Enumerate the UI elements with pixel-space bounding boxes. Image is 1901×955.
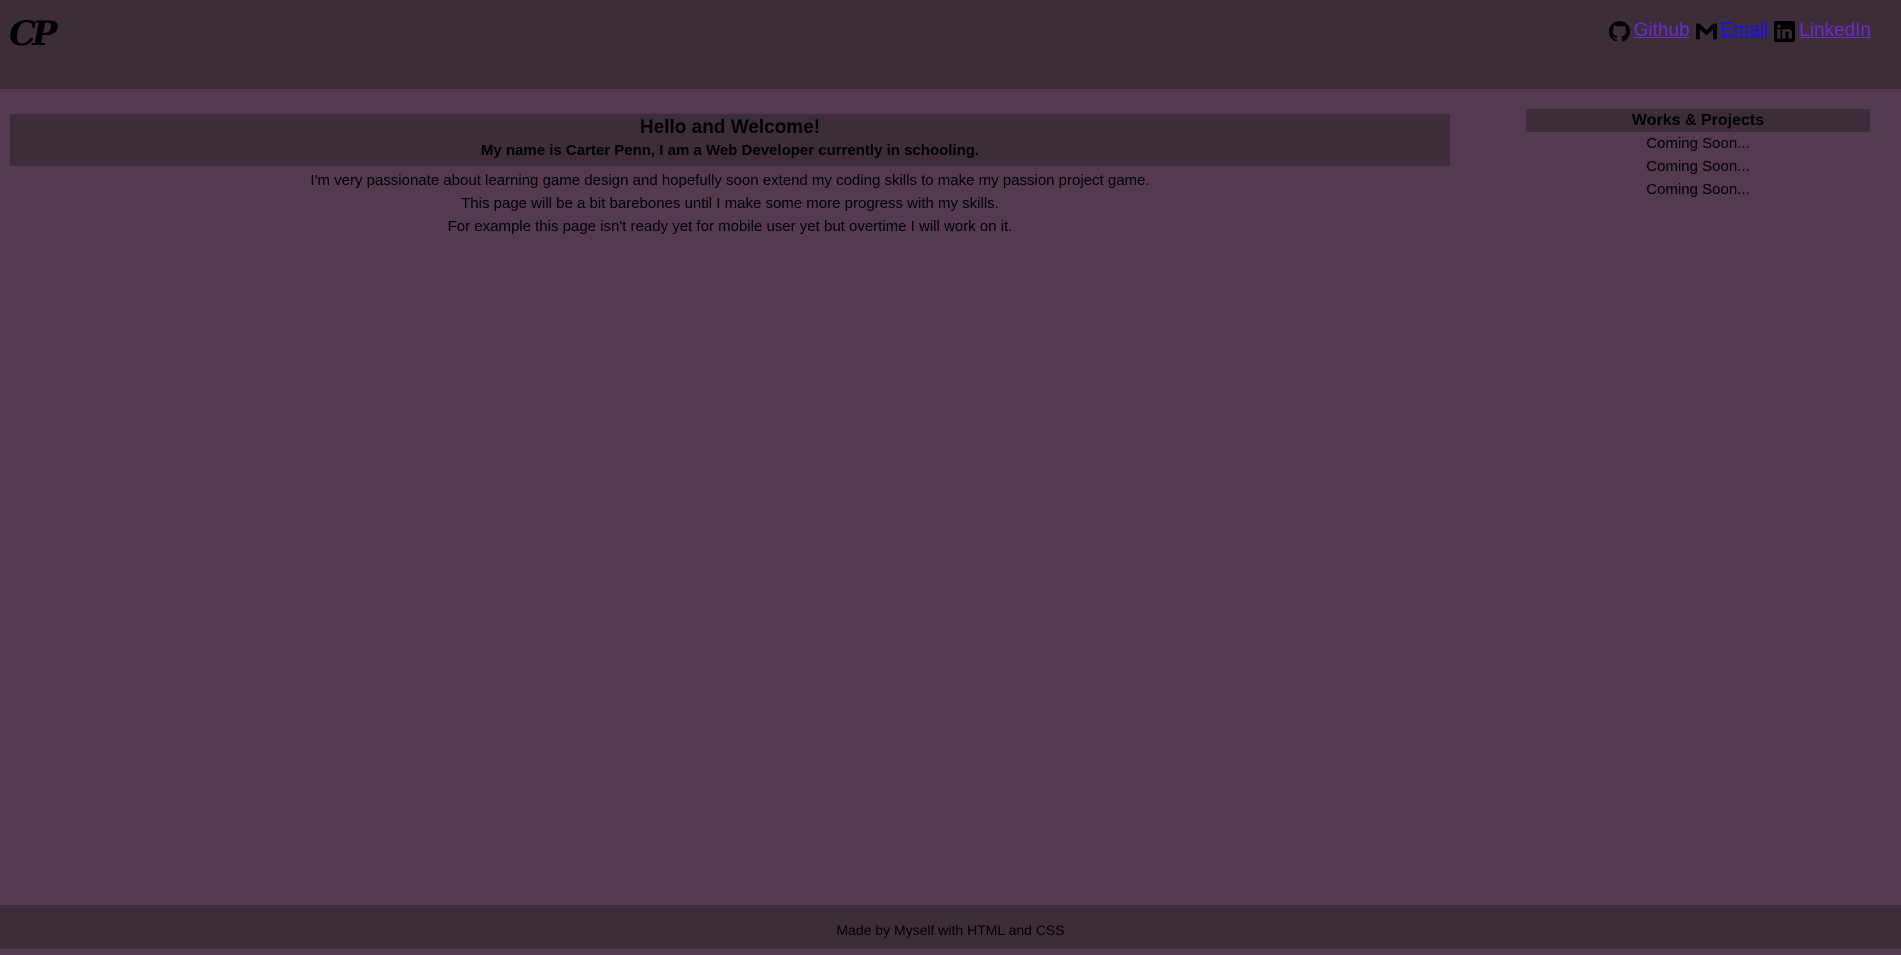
linkedin-label: LinkedIn [1799,20,1871,41]
works-title: Works & Projects [1526,109,1870,132]
site-footer: Made by Myself with HTML and CSS [0,905,1901,949]
email-label: Email [1720,20,1769,41]
github-link[interactable]: Github [1608,20,1690,42]
footer-text: Made by Myself with HTML and CSS [836,922,1065,938]
works-item: Coming Soon... [1646,158,1750,175]
gmail-icon [1695,23,1717,39]
intro-paragraph: This page will be a bit barebones until … [461,195,999,212]
social-nav: Github Email LinkedIn [1603,20,1871,42]
linkedin-icon [1774,20,1796,42]
works-item: Coming Soon... [1646,135,1750,152]
email-link[interactable]: Email [1695,20,1769,42]
site-header: CP Github Email LinkedIn [0,0,1901,89]
github-icon [1608,20,1630,42]
site-logo[interactable]: CP [9,14,58,54]
welcome-box: Hello and Welcome! My name is Carter Pen… [10,114,1450,166]
intro-paragraph: I'm very passionate about learning game … [310,172,1150,189]
welcome-subtitle: My name is Carter Penn, I am a Web Devel… [480,142,980,159]
welcome-title: Hello and Welcome! [639,117,821,138]
intro-paragraph: For example this page isn't ready yet fo… [447,218,1013,235]
works-item: Coming Soon... [1646,181,1750,198]
linkedin-link[interactable]: LinkedIn [1774,20,1871,42]
works-panel: Works & Projects Coming Soon... Coming S… [1526,109,1870,201]
main-content: Hello and Welcome! My name is Carter Pen… [10,114,1450,238]
github-label: Github [1633,20,1690,41]
